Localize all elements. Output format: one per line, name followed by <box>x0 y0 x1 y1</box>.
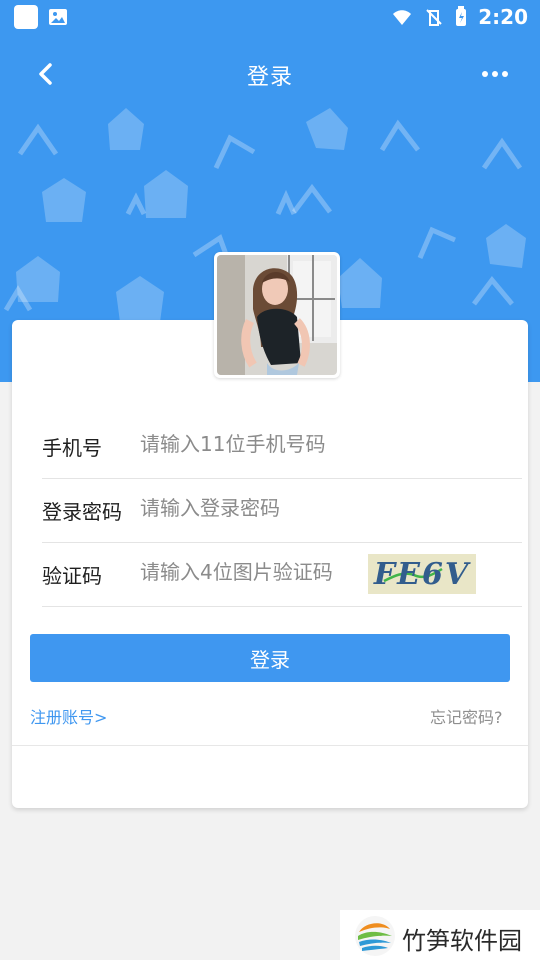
person-photo-icon <box>217 255 337 375</box>
app-square-icon <box>14 5 38 29</box>
image-icon <box>49 9 67 25</box>
captcha-row: 验证码 FE6V <box>42 542 522 607</box>
password-label: 登录密码 <box>42 500 122 524</box>
signal-off-icon <box>426 9 442 26</box>
forgot-password-link[interactable]: 忘记密码? <box>430 704 503 728</box>
phone-row: 手机号 <box>42 414 522 479</box>
wifi-icon <box>393 10 412 25</box>
status-right: 2:20 <box>390 5 528 29</box>
top-app-bar: 登录 <box>0 48 540 100</box>
register-link[interactable]: 注册账号> <box>30 704 107 728</box>
profile-photo <box>217 255 337 375</box>
status-time: 2:20 <box>478 5 528 29</box>
status-bar: 2:20 <box>0 0 540 36</box>
phone-input[interactable] <box>140 426 510 462</box>
watermark-logo-icon <box>355 916 395 956</box>
watermark: 竹笋软件园 <box>340 910 540 960</box>
status-left <box>14 5 68 29</box>
password-input[interactable] <box>140 490 510 526</box>
phone-label: 手机号 <box>42 436 102 460</box>
captcha-label: 验证码 <box>42 564 102 588</box>
battery-charging-icon <box>456 6 467 26</box>
password-row: 登录密码 <box>42 478 522 543</box>
captcha-image[interactable]: FE6V <box>368 554 476 594</box>
captcha-input[interactable] <box>140 554 360 590</box>
more-icon[interactable] <box>480 62 510 86</box>
watermark-text: 竹笋软件园 <box>402 927 522 955</box>
profile-avatar <box>214 252 340 378</box>
captcha-text: FE6V <box>373 556 471 592</box>
login-button[interactable]: 登录 <box>30 634 510 682</box>
card-divider <box>12 745 528 746</box>
login-card: 手机号 登录密码 验证码 FE6V <box>12 320 528 808</box>
page-title: 登录 <box>246 65 293 90</box>
